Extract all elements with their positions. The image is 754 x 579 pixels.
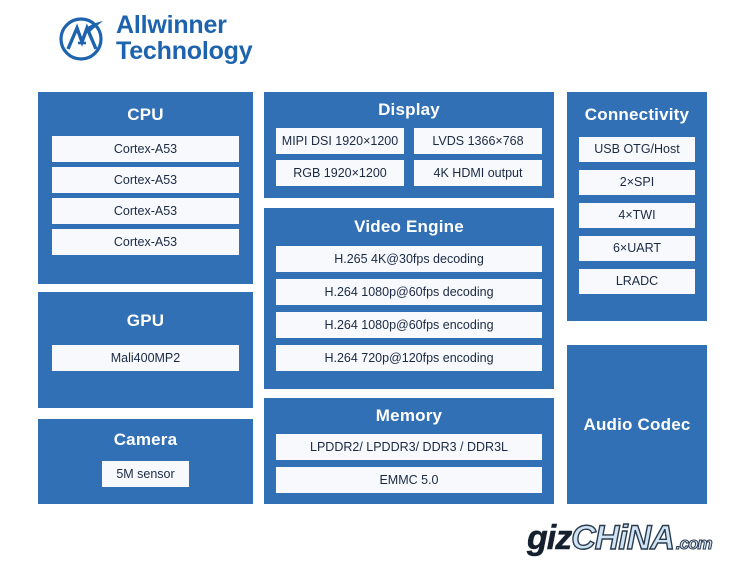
- cpu-core-item: Cortex-A53: [52, 229, 239, 255]
- block-memory: Memory LPDDR2/ LPDDR3/ DDR3 / DDR3L EMMC…: [264, 398, 554, 504]
- allwinner-aw-circle-logo-icon: [56, 12, 108, 64]
- block-video-engine-items: H.265 4K@30fps decoding H.264 1080p@60fp…: [264, 246, 554, 371]
- block-cpu: CPU Cortex-A53 Cortex-A53 Cortex-A53 Cor…: [38, 92, 253, 284]
- block-camera-title: Camera: [113, 430, 178, 449]
- block-audio-codec-title: Audio Codec: [583, 415, 691, 434]
- brand-line-1: Allwinner: [116, 11, 227, 39]
- gpu-item: Mali400MP2: [52, 345, 239, 371]
- display-item: LVDS 1366×768: [414, 128, 542, 154]
- block-memory-title: Memory: [375, 406, 443, 425]
- cpu-core-item: Cortex-A53: [52, 167, 239, 193]
- cpu-core-item: Cortex-A53: [52, 198, 239, 224]
- connectivity-item: 6×UART: [579, 236, 695, 261]
- block-connectivity-title: Connectivity: [584, 105, 690, 124]
- block-memory-items: LPDDR2/ LPDDR3/ DDR3 / DDR3L EMMC 5.0: [264, 434, 554, 493]
- block-cpu-items: Cortex-A53 Cortex-A53 Cortex-A53 Cortex-…: [38, 136, 253, 255]
- block-gpu: GPU Mali400MP2: [38, 292, 253, 408]
- connectivity-item: LRADC: [579, 269, 695, 294]
- connectivity-item: 2×SPI: [579, 170, 695, 195]
- memory-item: LPDDR2/ LPDDR3/ DDR3 / DDR3L: [276, 434, 542, 460]
- watermark-com: .com: [675, 534, 713, 554]
- block-camera-items: 5M sensor: [38, 461, 253, 487]
- block-cpu-title: CPU: [127, 105, 164, 124]
- brand-line-2: Technology: [116, 37, 253, 65]
- block-connectivity-items: USB OTG/Host 2×SPI 4×TWI 6×UART LRADC: [567, 137, 707, 294]
- cpu-core-item: Cortex-A53: [52, 136, 239, 162]
- block-display: Display MIPI DSI 1920×1200 LVDS 1366×768…: [264, 92, 554, 198]
- block-audio-codec: Audio Codec: [567, 345, 707, 504]
- display-item: MIPI DSI 1920×1200: [276, 128, 404, 154]
- block-camera: Camera 5M sensor: [38, 419, 253, 504]
- video-engine-item: H.265 4K@30fps decoding: [276, 246, 542, 272]
- watermark-china: CHiNA: [571, 518, 676, 557]
- display-item: RGB 1920×1200: [276, 160, 404, 186]
- brand-wordmark: Allwinner Technology: [116, 11, 253, 65]
- block-connectivity: Connectivity USB OTG/Host 2×SPI 4×TWI 6×…: [567, 92, 707, 321]
- connectivity-item: USB OTG/Host: [579, 137, 695, 162]
- connectivity-item: 4×TWI: [579, 203, 695, 228]
- block-gpu-title: GPU: [126, 311, 165, 330]
- brand-header: Allwinner Technology: [56, 11, 253, 65]
- video-engine-item: H.264 1080p@60fps decoding: [276, 279, 542, 305]
- block-video-engine: Video Engine H.265 4K@30fps decoding H.2…: [264, 208, 554, 389]
- display-item: 4K HDMI output: [414, 160, 542, 186]
- block-gpu-items: Mali400MP2: [38, 345, 253, 371]
- camera-item: 5M sensor: [102, 461, 189, 487]
- video-engine-item: H.264 720p@120fps encoding: [276, 345, 542, 371]
- block-video-engine-title: Video Engine: [354, 217, 464, 236]
- video-engine-item: H.264 1080p@60fps encoding: [276, 312, 542, 338]
- watermark-giz: giz: [527, 519, 573, 558]
- memory-item: EMMC 5.0: [276, 467, 542, 493]
- gizchina-watermark-logo: giz CHiNA .com: [527, 518, 713, 558]
- block-display-items: MIPI DSI 1920×1200 LVDS 1366×768 RGB 192…: [264, 128, 554, 186]
- block-display-title: Display: [378, 100, 440, 119]
